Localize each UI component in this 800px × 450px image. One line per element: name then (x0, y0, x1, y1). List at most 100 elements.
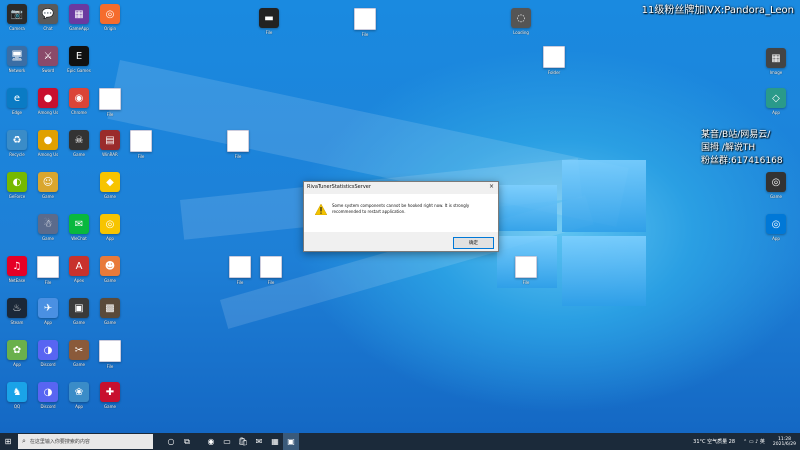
desktop-icon[interactable]: ◇ App (759, 88, 793, 115)
desktop-icon[interactable]: ▩ Game (93, 298, 127, 325)
app-icon: ▬ (259, 8, 279, 28)
pinned-app-4[interactable]: ✉ (251, 433, 267, 450)
clock-date: 2021/6/29 (772, 441, 796, 447)
start-icon[interactable]: ⊞ (0, 433, 16, 450)
desktop-icon[interactable]: File (509, 256, 543, 285)
app-icon: ♨ (7, 298, 27, 318)
app-icon: ◉ (69, 88, 89, 108)
app-icon: ☠ (69, 130, 89, 150)
pinned-app-5[interactable]: ▦ (267, 433, 283, 450)
overlay-line-2: 国拇 /解说TH (701, 143, 756, 153)
desktop-icon-label: File (361, 32, 369, 37)
desktop-icon[interactable]: ▬ File (252, 8, 286, 35)
pinned-app-1[interactable]: ◉ (203, 433, 219, 450)
desktop-icon[interactable]: ◎ Origin (93, 4, 127, 31)
desktop-icon[interactable]: ◎ App (759, 214, 793, 241)
weather-status[interactable]: 31°C 空气质量 28 (693, 438, 735, 445)
desktop-icon[interactable]: File (93, 340, 127, 369)
desktop-icon-label: File (267, 280, 275, 285)
desktop-icon[interactable]: ◎ Game (759, 172, 793, 199)
dialog-body: Some system components cannot be hooked … (304, 194, 498, 232)
ok-button[interactable]: 确定 (453, 237, 494, 249)
app-icon: ♻ (7, 130, 27, 150)
desktop-icon[interactable]: File (93, 88, 127, 117)
taskbar: ⊞ ⌕ 在这里输入你要搜索的内容 ○ ⧉ ◉ ▭ 🛍 ✉ ▦ ▣ 31°C 空气… (0, 433, 800, 450)
desktop-icon[interactable]: File (348, 8, 382, 37)
desktop-icon-label: Game (770, 194, 782, 199)
desktop-icon[interactable]: File (254, 256, 288, 285)
desktop-icon-label: File (106, 112, 114, 117)
app-icon: e (7, 88, 27, 108)
desktop-icon[interactable]: ♫ NetEase (0, 256, 34, 283)
app-icon: ◆ (100, 172, 120, 192)
desktop-icon-label: App (772, 110, 780, 115)
task-view-icon[interactable]: ⧉ (179, 433, 195, 450)
desktop-icon-label: Game (42, 194, 54, 199)
pinned-app-2[interactable]: ▭ (219, 433, 235, 450)
desktop-icon-label: File (522, 280, 530, 285)
app-icon: ▦ (766, 48, 786, 68)
desktop-icon-label: File (234, 154, 242, 159)
desktop-icon[interactable]: ☺ Game (31, 172, 65, 199)
desktop-icon-label: File (265, 30, 273, 35)
desktop-icon[interactable]: Folder (537, 46, 571, 75)
app-icon: ● (38, 130, 58, 150)
file-icon (354, 8, 376, 30)
desktop-icon[interactable]: E Epic Games (62, 46, 96, 73)
desktop-icon[interactable]: ☻ Game (93, 256, 127, 283)
tray-icons[interactable]: ⌃ ▭ ♪ 英 (743, 438, 765, 445)
desktop-icon-label: Folder (547, 70, 561, 75)
app-icon: ▤ (100, 130, 120, 150)
desktop-icon[interactable]: ▤ WinRAR (93, 130, 127, 157)
cortana-icon[interactable]: ○ (163, 433, 179, 450)
app-icon: ✉ (69, 214, 89, 234)
file-icon (543, 46, 565, 68)
desktop-icon-label: App (772, 236, 780, 241)
app-icon: ◎ (766, 214, 786, 234)
clock[interactable]: 11:28 2021/6/29 (773, 437, 796, 447)
pinned-app-6[interactable]: ▣ (283, 433, 299, 450)
desktop-icon[interactable]: ▦ Image (759, 48, 793, 75)
file-icon (260, 256, 282, 278)
app-icon: ◑ (38, 340, 58, 360)
search-icon: ⌕ (22, 437, 26, 445)
app-icon: E (69, 46, 89, 66)
app-icon: ▦ (69, 4, 89, 24)
app-icon: ❀ (69, 382, 89, 402)
desktop-icon-label: Epic Games (67, 68, 91, 73)
close-icon[interactable]: × (489, 183, 494, 190)
desktop-icon[interactable]: ◉ Chrome (62, 88, 96, 115)
overlay-line-3: 粉丝群:617416168 (701, 156, 783, 166)
desktop-icon[interactable]: ◌ Loading (504, 8, 538, 35)
desktop-icon[interactable]: ✚ Game (93, 382, 127, 409)
app-icon: 🖥 (7, 46, 27, 66)
desktop-icon[interactable]: ◆ Game (93, 172, 127, 199)
desktop-icon-label: App (106, 236, 114, 241)
app-icon: ◇ (766, 88, 786, 108)
logo-pane-tl (497, 185, 557, 231)
file-icon (515, 256, 537, 278)
app-icon: ✂ (69, 340, 89, 360)
app-icon: ● (38, 88, 58, 108)
taskbar-search-box[interactable]: ⌕ 在这里输入你要搜索的内容 (18, 434, 153, 449)
desktop-icon[interactable]: ✂ Game (62, 340, 96, 367)
app-icon: ◌ (511, 8, 531, 28)
app-icon: 💬 (38, 4, 58, 24)
app-icon: ⚔ (38, 46, 58, 66)
desktop-icon[interactable]: File (221, 130, 255, 159)
desktop-icon-label: Game (104, 194, 116, 199)
desktop-icon-label: File (106, 364, 114, 369)
app-icon: ◎ (100, 214, 120, 234)
pinned-app-3[interactable]: 🛍 (235, 433, 251, 450)
desktop-icon[interactable]: ◎ App (93, 214, 127, 241)
app-icon: A (69, 256, 89, 276)
app-icon: ✿ (7, 340, 27, 360)
logo-pane-br (562, 236, 646, 306)
dialog-title: RivaTunerStatisticsServer (307, 184, 371, 190)
desktop-icon[interactable]: File (124, 130, 158, 159)
app-icon: ☺ (38, 172, 58, 192)
desktop-icon-label: Game (104, 278, 116, 283)
desktop-icon-label: Loading (513, 30, 529, 35)
system-tray: 31°C 空气质量 28 ⌃ ▭ ♪ 英 11:28 2021/6/29 (693, 433, 796, 450)
file-icon (37, 256, 59, 278)
